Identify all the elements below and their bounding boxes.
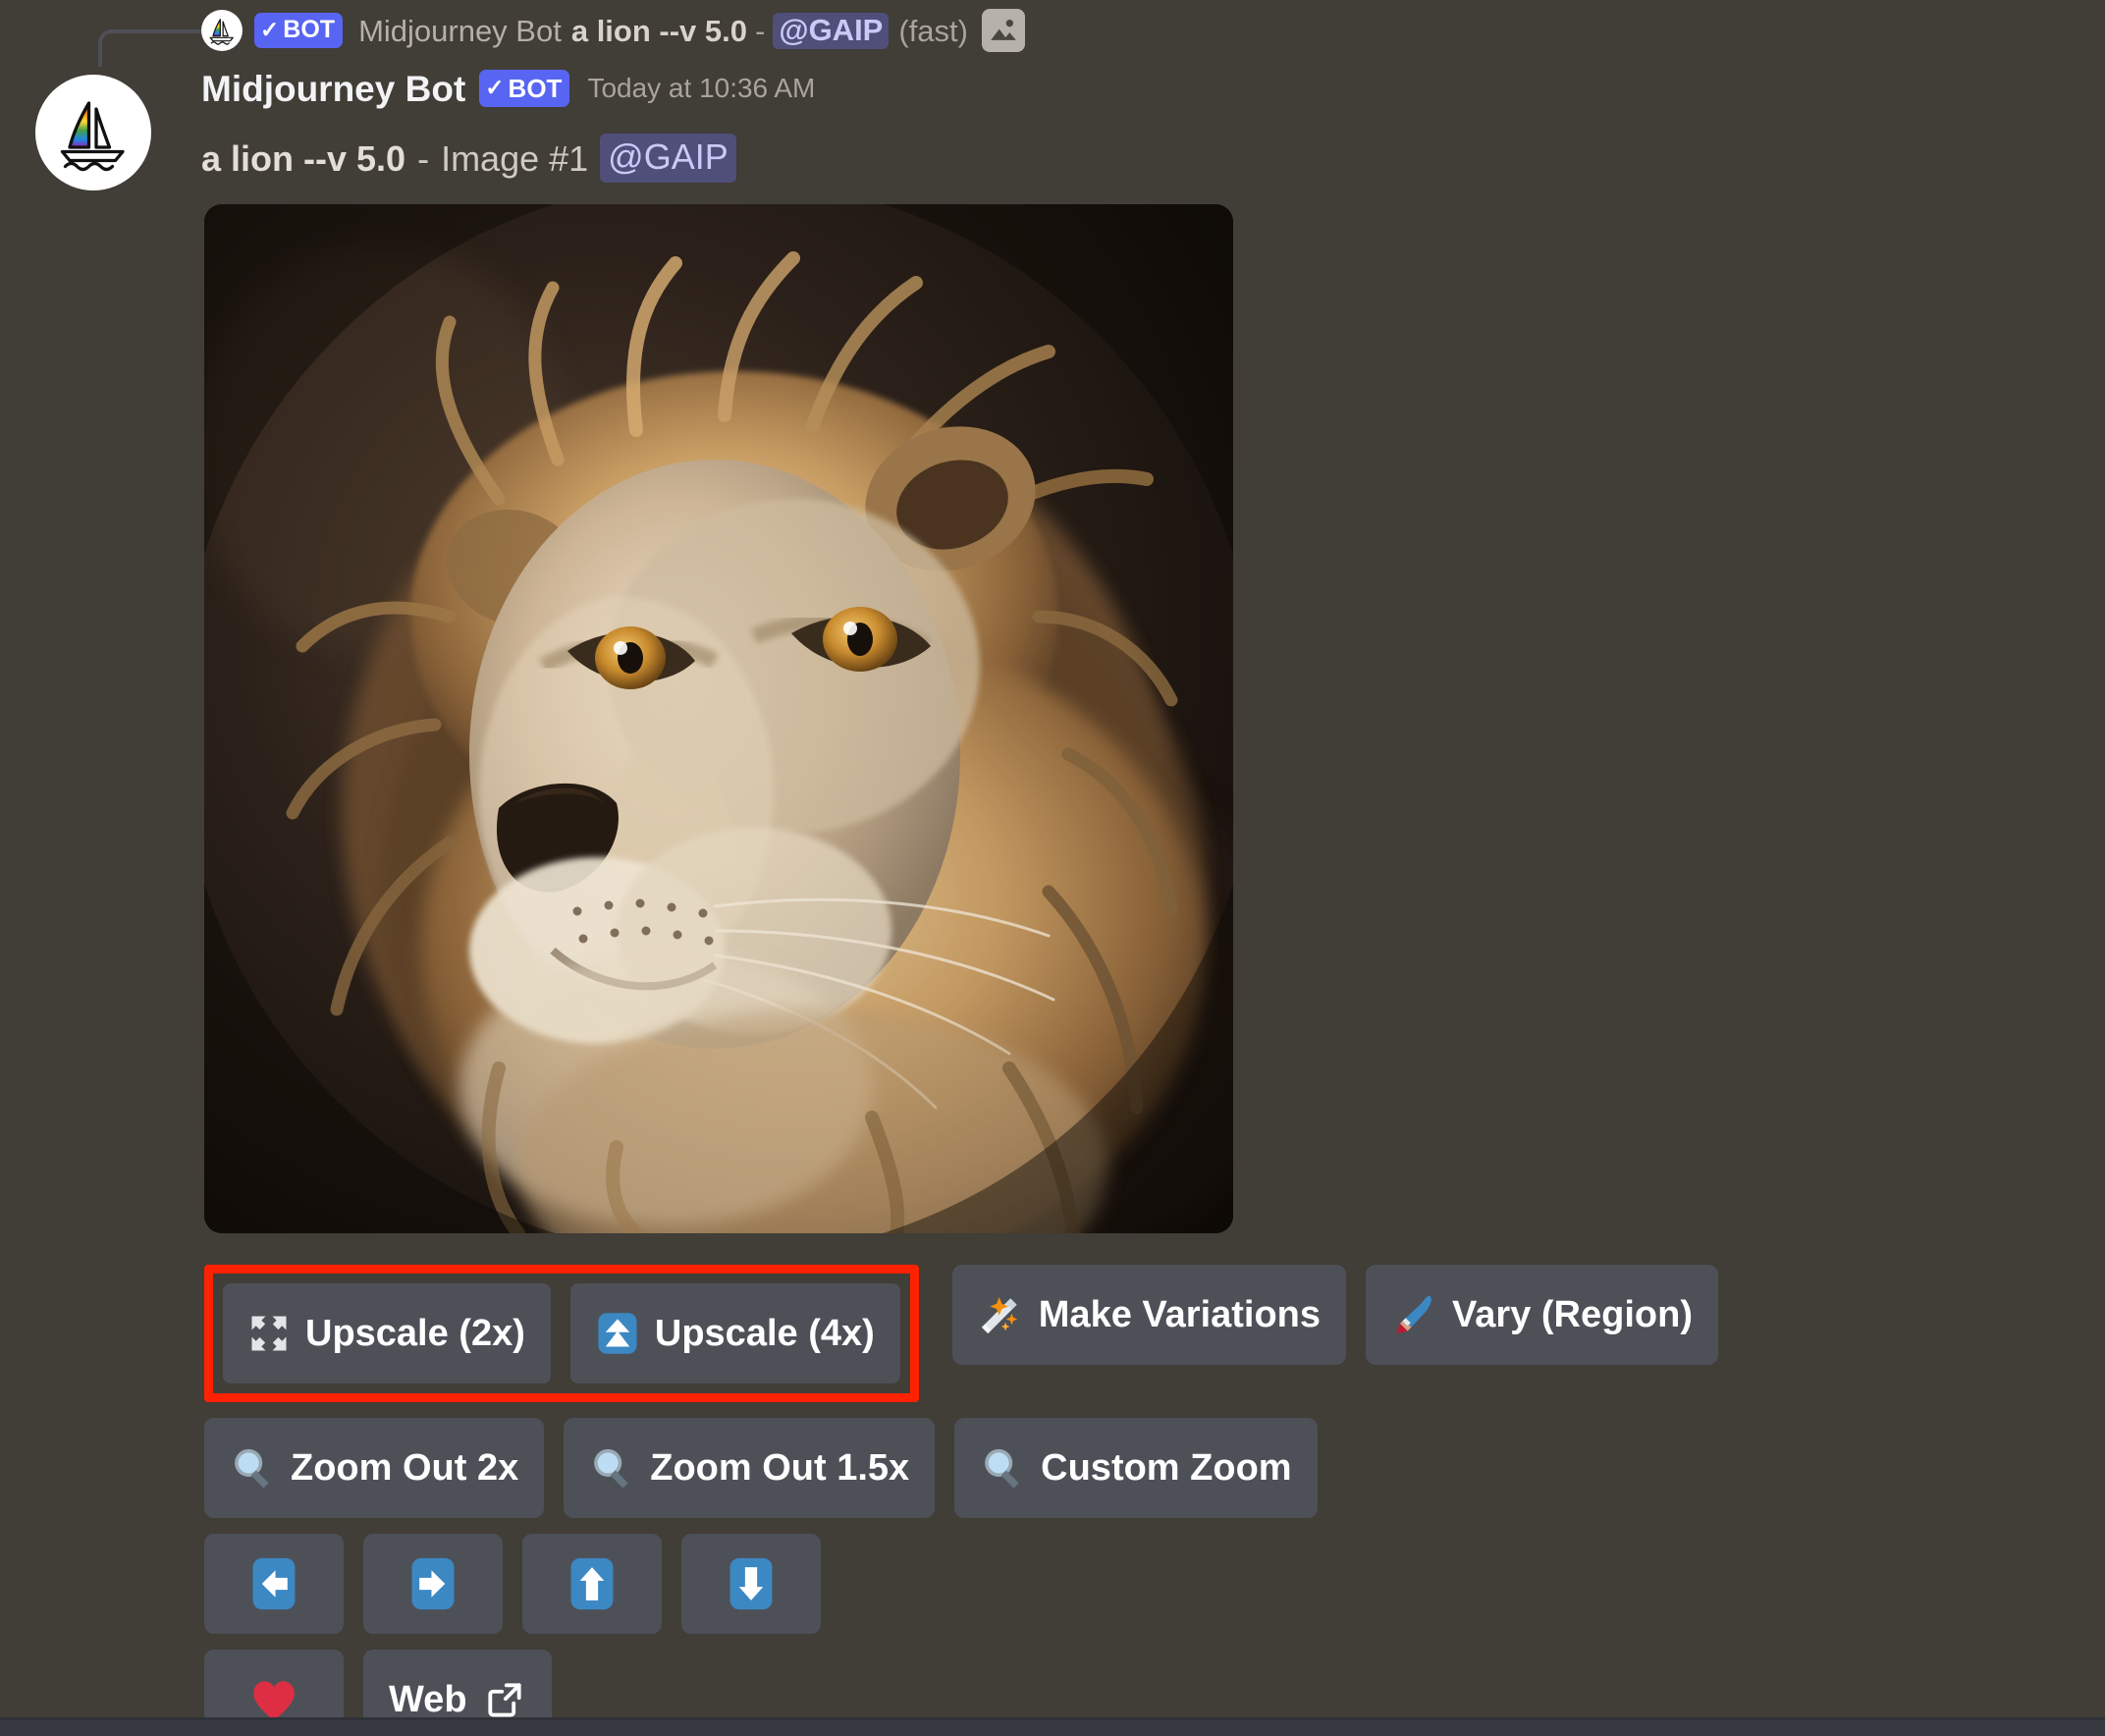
avatar[interactable] bbox=[35, 75, 151, 190]
message-author[interactable]: Midjourney Bot bbox=[201, 71, 465, 107]
vary-region-label: Vary (Region) bbox=[1452, 1296, 1693, 1333]
pan-right-button[interactable] bbox=[363, 1534, 503, 1634]
reply-mention[interactable]: @GAIP bbox=[773, 13, 889, 49]
up-arrow-blue-icon bbox=[596, 1312, 639, 1355]
bot-badge: ✓BOT bbox=[479, 70, 569, 107]
magnifying-glass-icon bbox=[980, 1445, 1025, 1491]
upscale-4x-button[interactable]: Upscale (4x) bbox=[570, 1283, 900, 1383]
pan-down-button[interactable] bbox=[681, 1534, 821, 1634]
upscale-2x-button[interactable]: Upscale (2x) bbox=[223, 1283, 551, 1383]
arrow-down-blue-icon bbox=[729, 1556, 774, 1611]
action-row-zoom: Zoom Out 2x Zoom Out 1.5x Custom Zoo bbox=[204, 1418, 2070, 1518]
message-mention[interactable]: @GAIP bbox=[600, 134, 736, 183]
vary-region-button[interactable]: Vary (Region) bbox=[1366, 1265, 1718, 1365]
external-link-icon bbox=[483, 1678, 526, 1721]
message-text: a lion --v 5.0 - Image #1 @GAIP bbox=[201, 134, 2067, 183]
verified-check-icon: ✓ bbox=[260, 19, 279, 41]
reply-context-bar[interactable]: ✓BOT Midjourney Bot a lion --v 5.0 - @GA… bbox=[0, 0, 2105, 61]
reply-author[interactable]: Midjourney Bot bbox=[358, 16, 562, 46]
custom-zoom-label: Custom Zoom bbox=[1041, 1449, 1291, 1487]
bot-badge-label: BOT bbox=[509, 76, 563, 101]
action-rows: Upscale (2x) Upscale (4x) bbox=[204, 1265, 2070, 1736]
arrow-up-blue-icon bbox=[569, 1556, 615, 1611]
magnifying-glass-icon bbox=[589, 1445, 634, 1491]
action-row-upscale: Upscale (2x) Upscale (4x) bbox=[204, 1265, 2070, 1402]
arrow-left-blue-icon bbox=[251, 1556, 297, 1611]
pan-left-button[interactable] bbox=[204, 1534, 344, 1634]
zoom-out-1-5x-button[interactable]: Zoom Out 1.5x bbox=[564, 1418, 935, 1518]
upscale-4x-label: Upscale (4x) bbox=[655, 1315, 875, 1352]
bot-badge-label: BOT bbox=[283, 18, 335, 42]
make-variations-label: Make Variations bbox=[1039, 1296, 1321, 1333]
action-row-pan bbox=[204, 1534, 2070, 1634]
reply-speed-label: (fast) bbox=[898, 16, 968, 46]
generated-image[interactable] bbox=[204, 204, 1233, 1233]
expand-arrows-icon bbox=[248, 1313, 290, 1354]
arrow-right-blue-icon bbox=[410, 1556, 456, 1611]
reply-text: Midjourney Bot a lion --v 5.0 - @GAIP (f… bbox=[358, 13, 968, 49]
verified-check-icon: ✓ bbox=[485, 77, 504, 99]
zoom-out-2x-button[interactable]: Zoom Out 2x bbox=[204, 1418, 544, 1518]
paintbrush-icon bbox=[1391, 1292, 1436, 1337]
message-body: Midjourney Bot ✓BOT Today at 10:36 AM a … bbox=[201, 61, 2067, 183]
zoom-out-2x-label: Zoom Out 2x bbox=[291, 1449, 518, 1487]
zoom-out-1-5x-label: Zoom Out 1.5x bbox=[650, 1449, 909, 1487]
message-separator: - bbox=[417, 138, 429, 179]
message-timestamp: Today at 10:36 AM bbox=[587, 75, 815, 102]
magnifying-glass-icon bbox=[230, 1445, 275, 1491]
reply-content: ✓BOT Midjourney Bot a lion --v 5.0 - @GA… bbox=[201, 0, 1025, 61]
make-variations-button[interactable]: Make Variations bbox=[952, 1265, 1346, 1365]
upscale-2x-label: Upscale (2x) bbox=[305, 1315, 525, 1352]
message-prompt: a lion --v 5.0 bbox=[201, 138, 405, 179]
reply-spine-decoration bbox=[98, 29, 208, 67]
message-image-label: Image #1 bbox=[441, 138, 588, 179]
web-label: Web bbox=[389, 1681, 467, 1718]
custom-zoom-button[interactable]: Custom Zoom bbox=[954, 1418, 1317, 1518]
reply-dash: - bbox=[755, 16, 765, 46]
magic-wand-icon bbox=[978, 1292, 1023, 1337]
image-attachment-icon bbox=[982, 9, 1025, 52]
bottom-bar bbox=[0, 1720, 2105, 1736]
pan-up-button[interactable] bbox=[522, 1534, 662, 1634]
highlight-box: Upscale (2x) Upscale (4x) bbox=[204, 1265, 919, 1402]
message-header: Midjourney Bot ✓BOT Today at 10:36 AM bbox=[201, 61, 2067, 116]
midjourney-sailboat-logo-icon bbox=[201, 10, 243, 51]
reply-prompt: a lion --v 5.0 bbox=[571, 16, 747, 46]
bot-badge: ✓BOT bbox=[254, 13, 343, 48]
